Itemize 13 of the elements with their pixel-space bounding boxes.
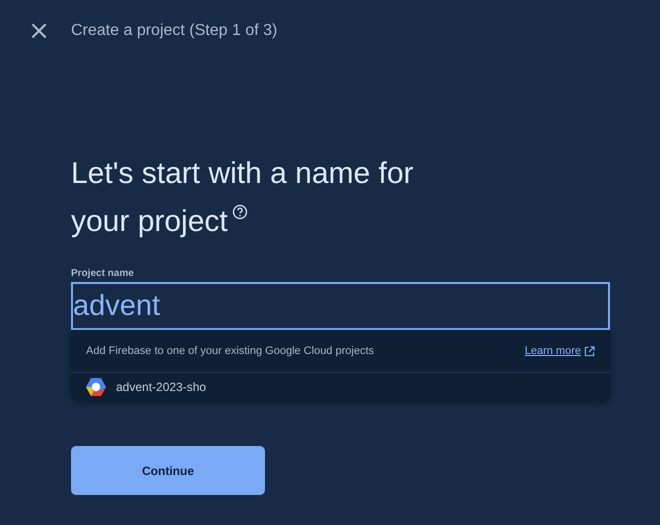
heading: Let's start with a name for bbox=[71, 157, 414, 190]
dropdown-hint: Add Firebase to one of your existing Google Cloud projects bbox=[86, 345, 374, 357]
heading: your project bbox=[71, 205, 228, 238]
learn-more-link[interactable]: Learn more bbox=[524, 345, 595, 357]
continue-button[interactable]: Continue bbox=[71, 446, 265, 495]
project-suggestion[interactable]: advent-2023-sho bbox=[71, 373, 610, 401]
project-name-field[interactable]: advent bbox=[71, 282, 610, 330]
dialog-title: Create a project (Step 1 of 3) bbox=[71, 22, 278, 40]
help-icon[interactable] bbox=[232, 204, 248, 220]
field-label: Project name bbox=[71, 268, 134, 279]
external-link-icon bbox=[584, 346, 595, 356]
hexagon-icon bbox=[85, 377, 107, 397]
close-button[interactable]: × bbox=[28, 18, 50, 44]
